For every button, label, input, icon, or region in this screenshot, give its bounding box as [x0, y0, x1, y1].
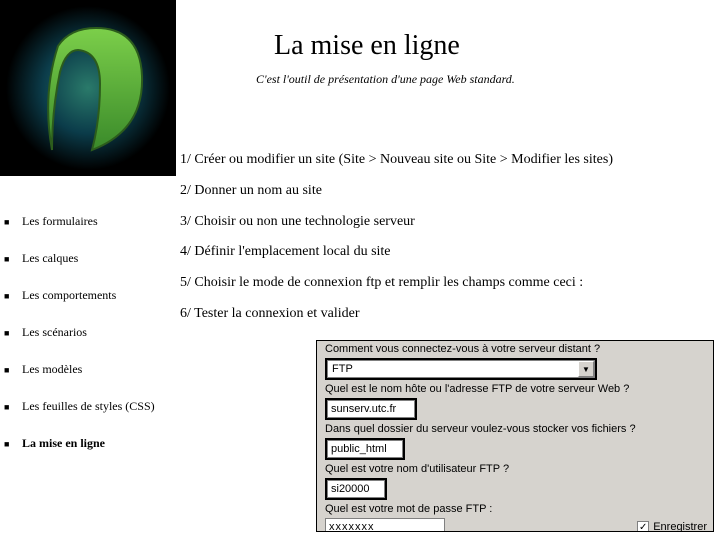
folder-input[interactable] [327, 440, 403, 458]
dreamweaver-logo [0, 0, 176, 176]
bullet-icon: ■ [4, 288, 22, 301]
page-subtitle: C'est l'outil de présentation d'une page… [256, 72, 515, 87]
bullet-icon: ■ [4, 325, 22, 338]
sidebar-item-css[interactable]: ■Les feuilles de styles (CSS) [0, 399, 176, 414]
label-user: Quel est votre nom d'utilisateur FTP ? [317, 461, 713, 476]
sidebar-item-modeles[interactable]: ■Les modèles [0, 362, 176, 377]
bullet-icon: ■ [4, 399, 22, 412]
step-5: 5/ Choisir le mode de connexion ftp et r… [180, 275, 720, 292]
save-checkbox[interactable]: ✓ [637, 521, 649, 532]
step-3: 3/ Choisir ou non une technologie serveu… [180, 214, 720, 231]
save-checkbox-label: Enregistrer [653, 521, 707, 532]
label-folder: Dans quel dossier du serveur voulez-vous… [317, 421, 713, 436]
label-connection: Comment vous connectez-vous à votre serv… [317, 341, 713, 356]
sidebar-item-calques[interactable]: ■Les calques [0, 251, 176, 266]
sidebar: ■Les formulaires ■Les calques ■Les compo… [0, 214, 176, 473]
chevron-down-icon[interactable]: ▼ [578, 361, 594, 377]
bullet-icon: ■ [4, 436, 22, 449]
user-input[interactable] [327, 480, 385, 498]
step-1: 1/ Créer ou modifier un site (Site > Nou… [180, 152, 720, 169]
label-pass: Quel est votre mot de passe FTP : [317, 501, 713, 516]
step-list: 1/ Créer ou modifier un site (Site > Nou… [180, 152, 720, 337]
host-input[interactable] [327, 400, 415, 418]
bullet-icon: ■ [4, 362, 22, 375]
sidebar-item-scenarios[interactable]: ■Les scénarios [0, 325, 176, 340]
sidebar-item-mise-en-ligne[interactable]: ■La mise en ligne [0, 436, 176, 451]
step-2: 2/ Donner un nom au site [180, 183, 720, 200]
connection-select[interactable]: FTP ▼ [327, 360, 595, 378]
password-input[interactable] [325, 518, 445, 532]
page-title: La mise en ligne [274, 30, 460, 62]
bullet-icon: ■ [4, 251, 22, 264]
sidebar-item-comportements[interactable]: ■Les comportements [0, 288, 176, 303]
bullet-icon: ■ [4, 214, 22, 227]
sidebar-item-formulaires[interactable]: ■Les formulaires [0, 214, 176, 229]
step-4: 4/ Définir l'emplacement local du site [180, 244, 720, 261]
label-host: Quel est le nom hôte ou l'adresse FTP de… [317, 381, 713, 396]
step-6: 6/ Tester la connexion et valider [180, 306, 720, 323]
ftp-settings-dialog: Comment vous connectez-vous à votre serv… [316, 340, 714, 532]
